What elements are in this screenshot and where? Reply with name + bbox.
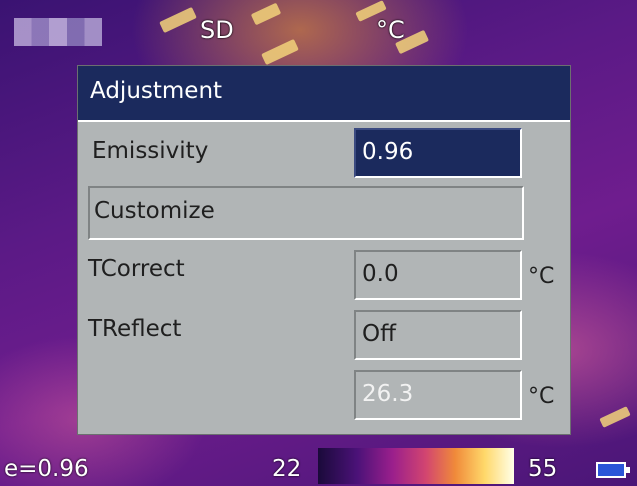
status-bar: e=0.96 22 55: [0, 446, 637, 486]
emissivity-readout: e=0.96: [4, 456, 89, 482]
treflect-field[interactable]: Off: [354, 310, 522, 360]
thermal-hotspot: [599, 406, 631, 428]
temperature-range-min: 22: [272, 456, 302, 482]
temperature-range-max: 55: [528, 456, 558, 482]
customize-button[interactable]: Customize: [88, 186, 524, 240]
tcorrect-field[interactable]: 0.0: [354, 250, 522, 300]
color-palette-bar: [318, 448, 514, 484]
thumbnail-preview: [14, 18, 102, 46]
thermal-hotspot: [159, 6, 197, 34]
treflect-temperature-field[interactable]: 26.3: [354, 370, 522, 420]
emissivity-label: Emissivity: [92, 138, 209, 164]
sd-card-indicator: SD: [200, 16, 234, 44]
thermal-camera-screen: SD °C Adjustment Emissivity 0.96 Customi…: [0, 0, 637, 486]
emissivity-field[interactable]: 0.96: [354, 128, 522, 178]
thermal-hotspot: [250, 2, 282, 26]
tcorrect-label: TCorrect: [88, 256, 185, 282]
treflect-label: TReflect: [88, 316, 182, 342]
dialog-title-bar: Adjustment: [78, 66, 570, 122]
dialog-title: Adjustment: [90, 78, 223, 104]
tcorrect-unit: °C: [528, 264, 555, 289]
treflect-temperature-unit: °C: [528, 384, 555, 409]
thermal-hotspot: [261, 38, 299, 66]
battery-icon: [596, 462, 630, 478]
adjustment-dialog: Adjustment Emissivity 0.96 Customize TCo…: [78, 66, 570, 434]
temperature-unit-indicator: °C: [376, 16, 405, 44]
